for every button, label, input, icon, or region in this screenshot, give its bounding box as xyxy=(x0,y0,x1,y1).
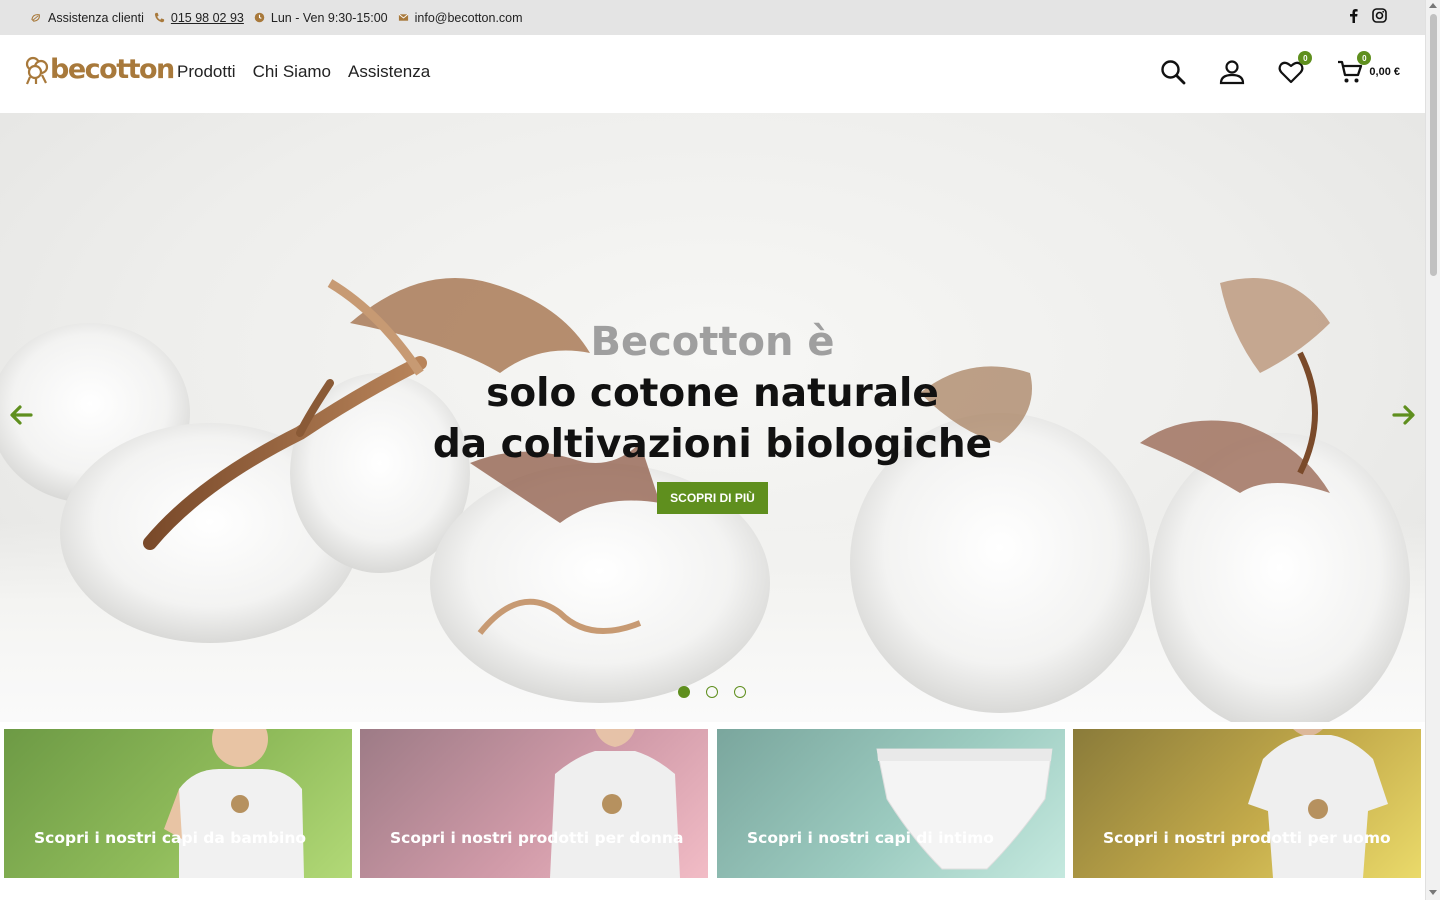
child-tshirt-image xyxy=(164,729,304,878)
user-icon xyxy=(1220,60,1245,85)
tile-label-intimo: Scopri i nostri capi di intimo xyxy=(747,829,994,847)
slide-dot-2[interactable] xyxy=(706,686,718,698)
tile-bambino[interactable]: Scopri i nostri capi da bambino xyxy=(4,729,352,878)
support-icon xyxy=(31,14,40,22)
main-nav: Prodotti Chi Siamo Assistenza xyxy=(177,62,430,82)
email-link[interactable]: info@becotton.com xyxy=(415,11,523,25)
slide-dot-1[interactable] xyxy=(678,686,690,698)
top-info-bar: Assistenza clienti 015 98 02 93 Lun - Ve… xyxy=(0,0,1425,35)
hero-slider: Becotton è solo cotone naturale da colti… xyxy=(0,113,1425,722)
header-tools: 0 0 0,00 € xyxy=(1158,51,1400,87)
site-header: becotton Prodotti Chi Siamo Assistenza 0… xyxy=(0,35,1425,113)
nav-item-assistenza[interactable]: Assistenza xyxy=(348,62,430,82)
wishlist-button[interactable]: 0 xyxy=(1276,51,1313,87)
scrollbar-thumb[interactable] xyxy=(1430,14,1437,276)
tile-label-donna: Scopri i nostri prodotti per donna xyxy=(390,829,684,847)
cart-count-badge: 0 xyxy=(1357,51,1372,65)
phone-icon xyxy=(154,12,164,23)
hours-item: Lun - Ven 9:30-15:00 xyxy=(254,11,388,25)
underwear-image xyxy=(876,748,1053,870)
tile-intimo[interactable]: Scopri i nostri capi di intimo xyxy=(717,729,1065,878)
hero-pretitle: Becotton è xyxy=(590,319,835,365)
wishlist-count-badge: 0 xyxy=(1298,51,1313,65)
arrow-left-icon[interactable] xyxy=(9,403,33,427)
email-item[interactable]: info@becotton.com xyxy=(398,11,523,25)
phone-item[interactable]: 015 98 02 93 xyxy=(154,11,244,25)
man-tshirt-image xyxy=(1248,729,1388,878)
cart-total[interactable]: 0,00 € xyxy=(1369,66,1400,78)
hero-content: Becotton è solo cotone naturale da colti… xyxy=(0,316,1425,514)
slide-dot-3[interactable] xyxy=(734,686,746,698)
nav-item-chi-siamo[interactable]: Chi Siamo xyxy=(253,62,331,82)
category-tiles: Scopri i nostri capi da bambino Scopri i… xyxy=(4,729,1421,878)
cotton-logo-icon xyxy=(25,56,49,84)
search-button[interactable] xyxy=(1158,57,1188,87)
scroll-up-icon[interactable] xyxy=(1429,3,1437,8)
logo[interactable]: becotton xyxy=(24,54,175,85)
nav-item-prodotti[interactable]: Prodotti xyxy=(177,62,236,82)
slider-pagination xyxy=(678,686,746,698)
logo-text: becotton xyxy=(50,54,175,85)
cart-button[interactable]: 0 xyxy=(1335,51,1372,87)
support-label: Assistenza clienti xyxy=(48,10,144,25)
discover-more-button[interactable]: SCOPRI DI PIÙ xyxy=(657,482,768,514)
hero-title-line-1: solo cotone naturale xyxy=(486,371,939,416)
clock-icon xyxy=(254,12,265,23)
phone-link[interactable]: 015 98 02 93 xyxy=(171,11,244,25)
instagram-icon[interactable] xyxy=(1372,8,1387,23)
tile-uomo[interactable]: Scopri i nostri prodotti per uomo xyxy=(1073,729,1421,878)
social-links xyxy=(1349,8,1387,23)
page-scrollbar[interactable] xyxy=(1425,0,1440,900)
mail-icon xyxy=(398,13,409,21)
support-item: Assistenza clienti xyxy=(31,11,144,25)
search-icon xyxy=(1161,60,1186,85)
scroll-down-icon[interactable] xyxy=(1429,890,1437,895)
tile-donna[interactable]: Scopri i nostri prodotti per donna xyxy=(360,729,708,878)
tile-label-bambino: Scopri i nostri capi da bambino xyxy=(34,829,307,847)
facebook-icon[interactable] xyxy=(1349,8,1358,23)
tile-label-uomo: Scopri i nostri prodotti per uomo xyxy=(1103,829,1391,847)
hero-title-line-2: da coltivazioni biologiche xyxy=(432,422,993,467)
arrow-right-icon[interactable] xyxy=(1392,403,1416,427)
account-button[interactable] xyxy=(1217,57,1247,87)
woman-tshirt-image xyxy=(550,729,680,878)
hours-text: Lun - Ven 9:30-15:00 xyxy=(270,10,388,25)
